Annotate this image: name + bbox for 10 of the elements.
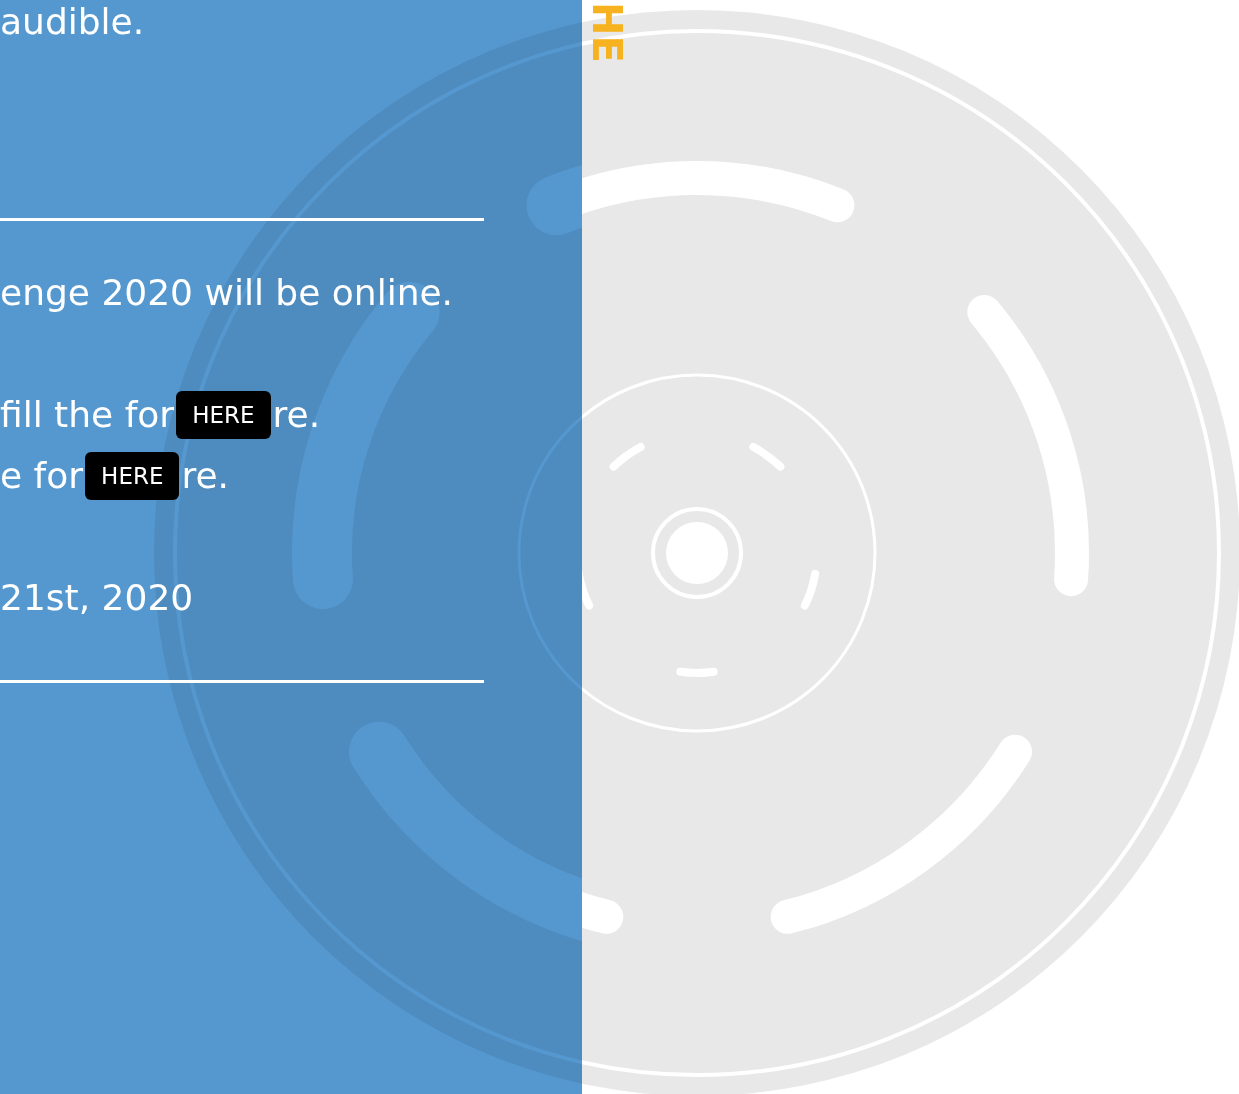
info-text: enge 2020 will be online. <box>0 271 455 315</box>
info-text: fill the for <box>0 393 175 437</box>
here-button[interactable]: HERE <box>85 451 180 500</box>
info-text: 21st, 2020 <box>0 576 195 620</box>
intro-text: audible. <box>0 0 146 44</box>
info-text: e for <box>0 454 84 498</box>
here-button[interactable]: HERE <box>176 390 271 439</box>
info-text: re. <box>272 393 321 437</box>
info-text: re. <box>181 454 230 498</box>
section-title: HE <box>584 2 630 63</box>
